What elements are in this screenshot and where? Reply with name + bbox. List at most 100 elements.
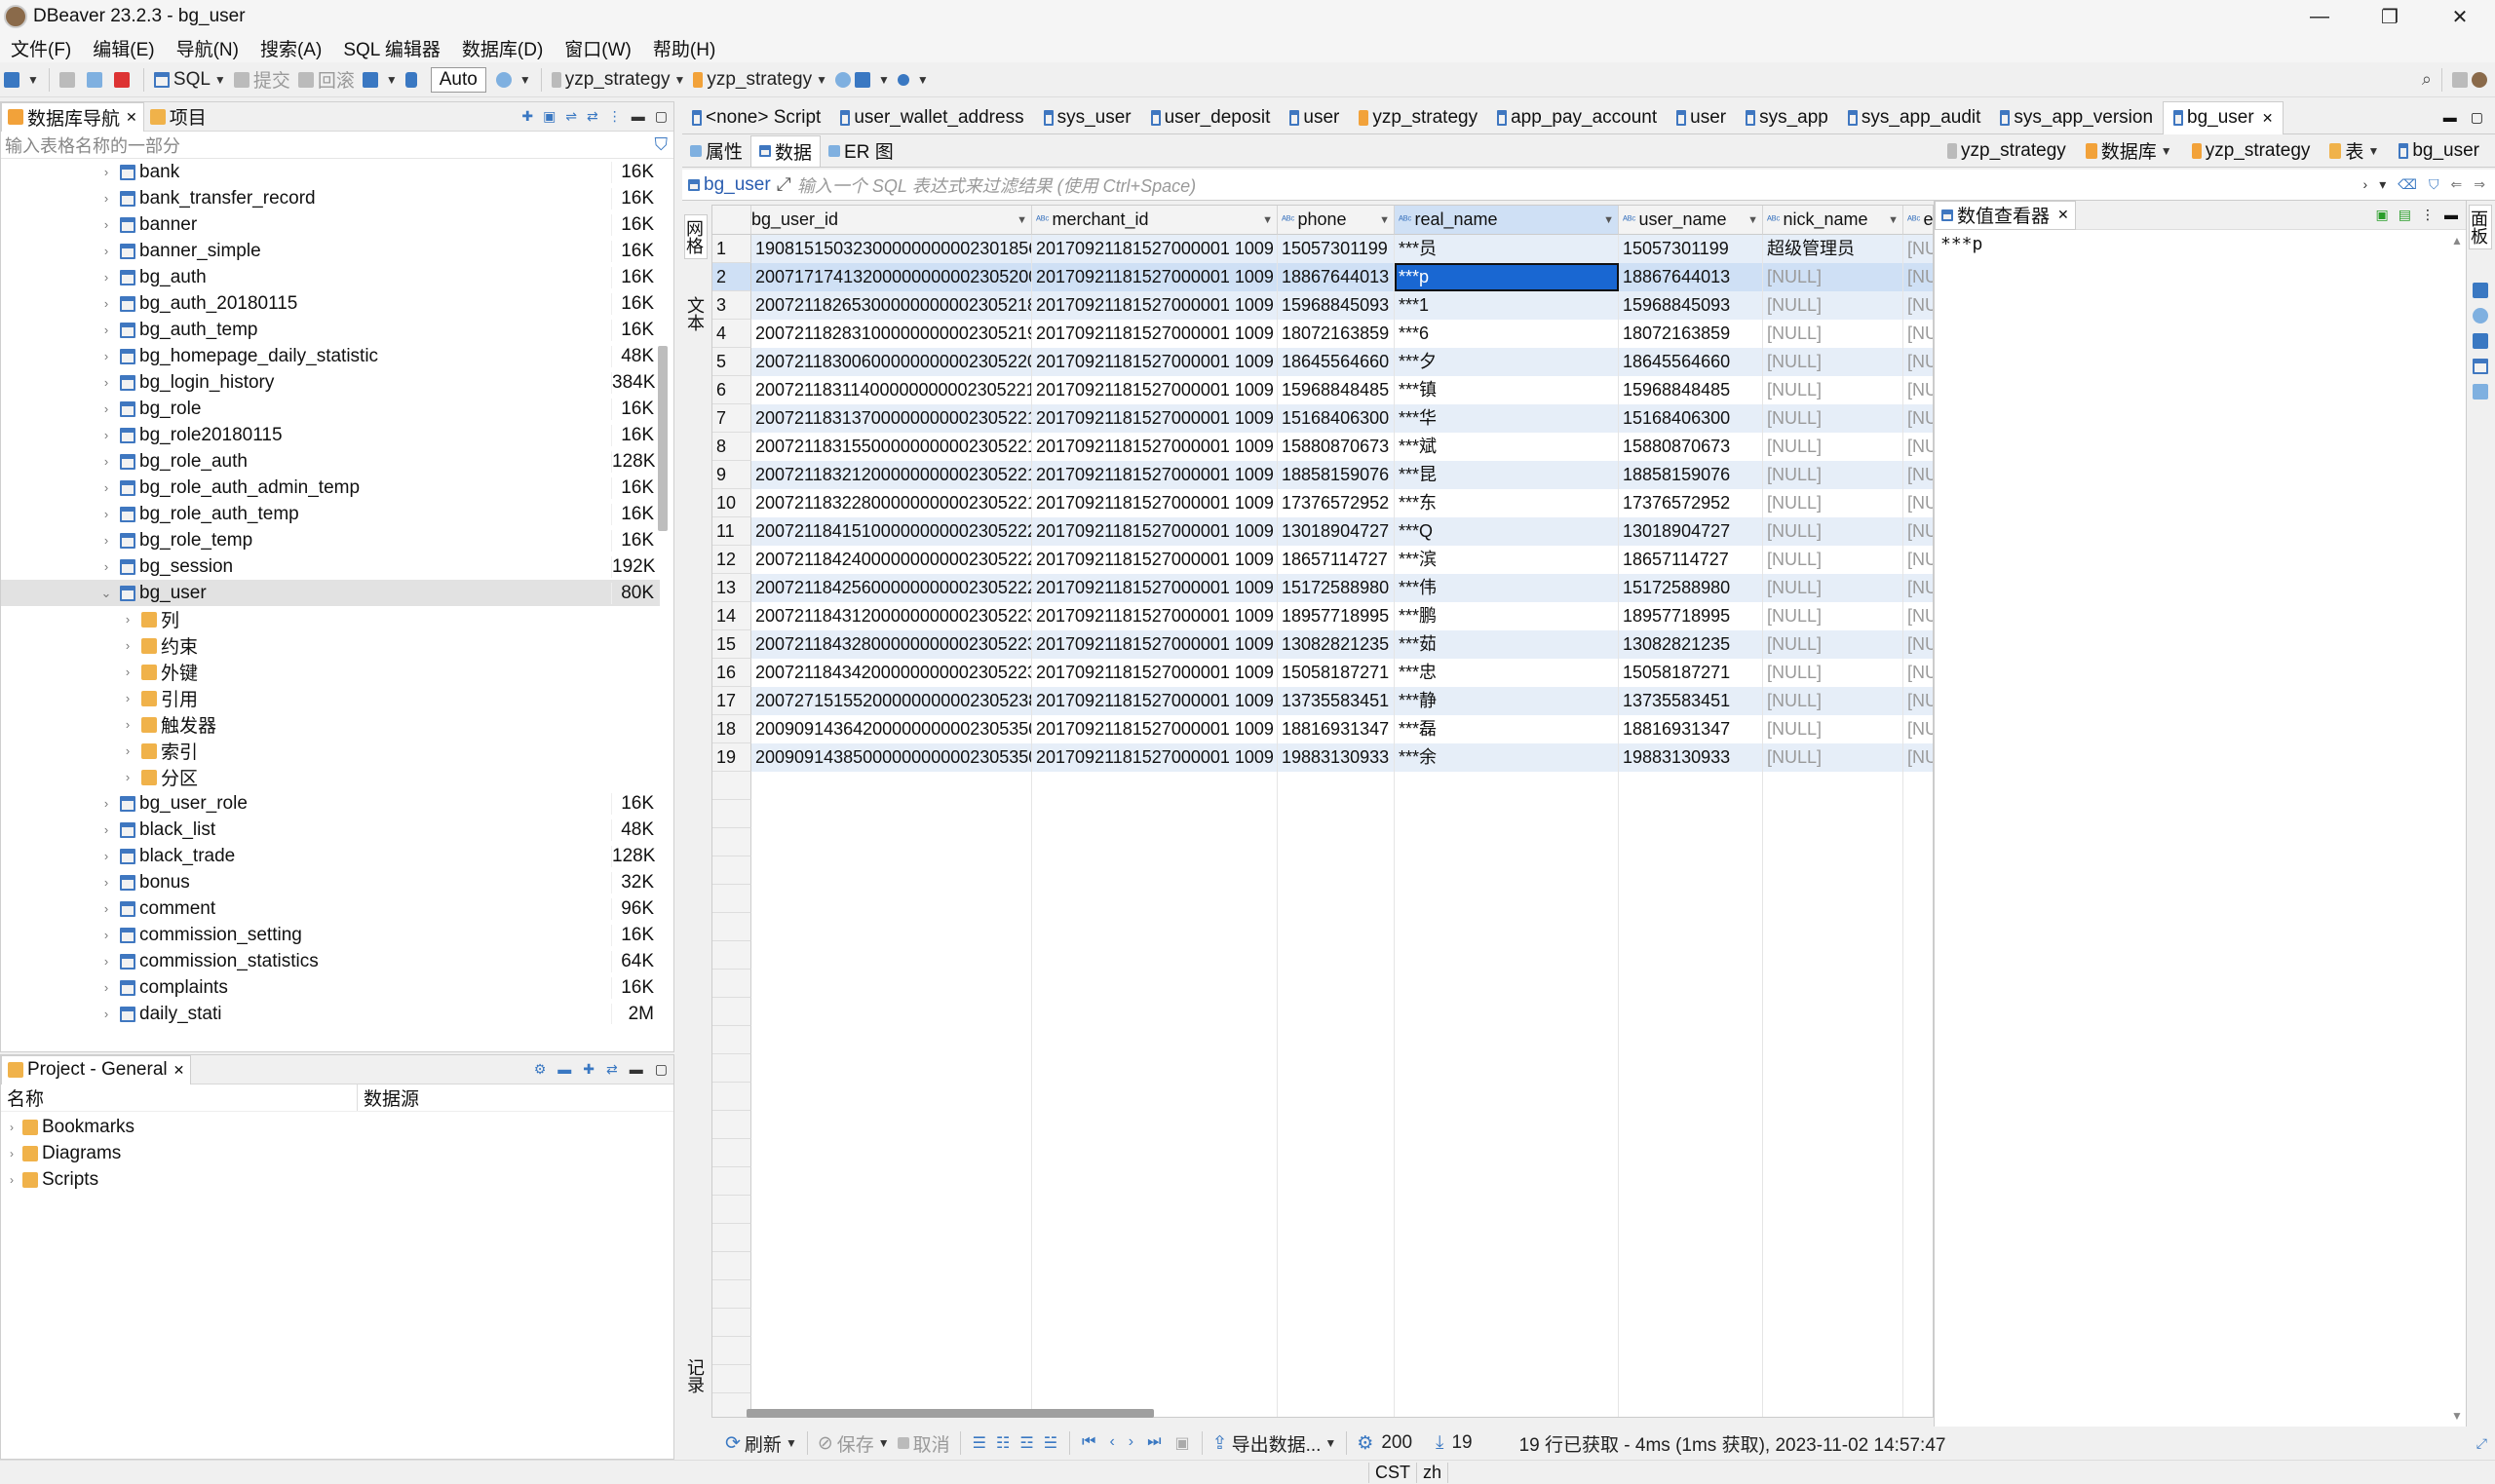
grid-cell[interactable]: [NU xyxy=(1903,235,1933,263)
grid-cell[interactable]: [NU xyxy=(1903,263,1933,291)
table-node[interactable]: › banner_simple 16K xyxy=(1,238,660,264)
value-viewer-scrollbar[interactable]: ▲ ▼ xyxy=(2450,234,2464,1423)
table-node[interactable]: › black_list 48K xyxy=(1,817,660,843)
grid-cell[interactable]: ***昆 xyxy=(1395,461,1619,489)
row-number[interactable] xyxy=(712,1337,751,1365)
table-node[interactable]: › complaints 16K xyxy=(1,974,660,1001)
grid-cell[interactable]: [NU xyxy=(1903,517,1933,546)
grid-cell[interactable]: 15058187271 xyxy=(1619,659,1763,687)
grid-cell[interactable]: 200721183137000000000023052212 xyxy=(751,404,1032,433)
close-icon[interactable]: ✕ xyxy=(173,1062,185,1079)
row-number[interactable] xyxy=(712,1224,751,1252)
table-node[interactable]: › bg_user_role 16K xyxy=(1,790,660,817)
table-node[interactable]: › bg_role20180115 16K xyxy=(1,422,660,448)
row-number[interactable] xyxy=(712,970,751,998)
grid-cell[interactable]: 200721183006000000000023052205 xyxy=(751,348,1032,376)
grid-cell[interactable]: ***鹏 xyxy=(1395,602,1619,630)
grid-cell[interactable]: 15168406300 xyxy=(1278,404,1395,433)
scroll-up-icon[interactable]: ▲ xyxy=(2450,234,2464,247)
grid-cell[interactable]: 18858159076 xyxy=(1278,461,1395,489)
row-number[interactable] xyxy=(712,1054,751,1083)
row-number[interactable]: 11 xyxy=(712,517,751,546)
chevron-right-icon[interactable]: › xyxy=(98,270,114,285)
grid-cell[interactable]: ***员 xyxy=(1395,235,1619,263)
table-child-node[interactable]: › 触发器 xyxy=(1,711,216,738)
text-view-toggle[interactable]: 文本 xyxy=(684,292,708,335)
chevron-right-icon[interactable]: › xyxy=(98,428,114,442)
chevron-right-icon[interactable]: › xyxy=(98,796,114,811)
row-number[interactable]: 2 xyxy=(712,263,751,291)
breadcrumb-schema[interactable]: yzp_strategy xyxy=(2184,135,2319,167)
menu-edit[interactable]: 编辑(E) xyxy=(82,35,165,61)
grid-cell[interactable]: [NULL] xyxy=(1763,687,1903,715)
sort-filter-icon[interactable]: ▼ xyxy=(1017,214,1027,226)
row-number[interactable]: 15 xyxy=(712,630,751,659)
grid-cell[interactable]: 17376572952 xyxy=(1619,489,1763,517)
record-view-toggle[interactable]: 记录 xyxy=(684,1354,708,1397)
grid-cell[interactable]: ***镇 xyxy=(1395,376,1619,404)
grid-cell[interactable]: 200909143642000000000023053507 xyxy=(751,715,1032,743)
column-header[interactable]: ᴬᴮᶜ e xyxy=(1903,206,1933,235)
grid-view-toggle[interactable]: 网格 xyxy=(684,214,708,259)
grid-cell[interactable]: 13735583451 xyxy=(1278,687,1395,715)
row-number[interactable] xyxy=(712,1026,751,1054)
eraser-icon[interactable]: ⌫ xyxy=(2398,176,2417,193)
chevron-right-icon[interactable]: › xyxy=(120,770,135,784)
grid-cell[interactable]: 18657114727 xyxy=(1278,546,1395,574)
tab-properties[interactable]: 属性 xyxy=(682,135,750,167)
grid-cell[interactable]: [NULL] xyxy=(1763,574,1903,602)
row-number[interactable]: 10 xyxy=(712,489,751,517)
tab-sys-app-version[interactable]: sys_app_version xyxy=(1990,101,2163,134)
grid-cell[interactable]: [NU xyxy=(1903,546,1933,574)
metadata-icon[interactable] xyxy=(2473,283,2488,298)
grid-cell[interactable]: 190815150323000000000023018561 xyxy=(751,235,1032,263)
table-child-node[interactable]: › 分区 xyxy=(1,764,198,790)
grid-cell[interactable]: [NU xyxy=(1903,630,1933,659)
chevron-right-icon[interactable]: › xyxy=(98,375,114,390)
table-node[interactable]: › bank 16K xyxy=(1,159,660,185)
row-number[interactable] xyxy=(712,772,751,800)
tab-er-diagram[interactable]: ER 图 xyxy=(821,135,902,167)
grid-cell[interactable]: 13082821235 xyxy=(1619,630,1763,659)
aggregate-icon[interactable] xyxy=(2473,308,2488,323)
grid-cell[interactable]: [NU xyxy=(1903,743,1933,772)
grid-cell[interactable]: 15057301199 xyxy=(1278,235,1395,263)
menu-help[interactable]: 帮助(H) xyxy=(642,35,726,61)
project-item-scripts[interactable]: › Scripts xyxy=(1,1166,673,1193)
grid-cell[interactable]: 200721184342000000000023052235 xyxy=(751,659,1032,687)
table-node[interactable]: › bg_auth_temp 16K xyxy=(1,317,660,343)
grid-cell[interactable]: 200909143850000000000023053509 xyxy=(751,743,1032,772)
grid-cell[interactable]: 20170921181527000001 1009 xyxy=(1032,574,1278,602)
search-tool-button[interactable]: ▼ xyxy=(894,66,933,94)
grid-cell[interactable]: [NU xyxy=(1903,574,1933,602)
grid-cell[interactable]: ***余 xyxy=(1395,743,1619,772)
grid-cell[interactable]: ***6 xyxy=(1395,320,1619,348)
row-number[interactable]: 16 xyxy=(712,659,751,687)
sort-filter-icon[interactable]: ▼ xyxy=(1262,214,1273,226)
row-number[interactable]: 18 xyxy=(712,715,751,743)
sort-filter-icon[interactable]: ▼ xyxy=(1888,214,1899,226)
row-number[interactable]: 9 xyxy=(712,461,751,489)
row-number[interactable] xyxy=(712,1252,751,1280)
sort-filter-icon[interactable]: ▼ xyxy=(1603,214,1614,226)
perspective-button[interactable] xyxy=(2448,66,2495,94)
filter-history-icon[interactable]: ▾ xyxy=(2379,176,2386,193)
menu-navigate[interactable]: 导航(N) xyxy=(166,35,250,61)
tab-database-navigator[interactable]: 数据库导航 ✕ xyxy=(1,101,144,132)
grid-cell[interactable]: [NU xyxy=(1903,715,1933,743)
first-page-icon[interactable]: ⏮ xyxy=(1082,1433,1095,1453)
add-icon[interactable]: ✚ xyxy=(583,1061,595,1078)
grid-cell[interactable]: 超级管理员 xyxy=(1763,235,1903,263)
last-page-icon[interactable]: ⏭ xyxy=(1147,1433,1161,1453)
collapse-all-icon[interactable]: ⇌ xyxy=(565,108,577,125)
chevron-right-icon[interactable]: › xyxy=(98,323,114,337)
row-number[interactable] xyxy=(712,828,751,856)
maximize-icon[interactable]: ▢ xyxy=(2471,109,2483,126)
refresh-button[interactable]: ⟳ 刷新 ▼ xyxy=(721,1429,801,1457)
close-icon[interactable]: ✕ xyxy=(2057,207,2069,223)
tab-project-general[interactable]: Project - General ✕ xyxy=(1,1054,192,1084)
chevron-right-icon[interactable]: › xyxy=(98,980,114,995)
grouping-icon[interactable] xyxy=(2473,333,2488,349)
grid-cell[interactable]: [NU xyxy=(1903,348,1933,376)
table-node[interactable]: › bg_auth 16K xyxy=(1,264,660,290)
